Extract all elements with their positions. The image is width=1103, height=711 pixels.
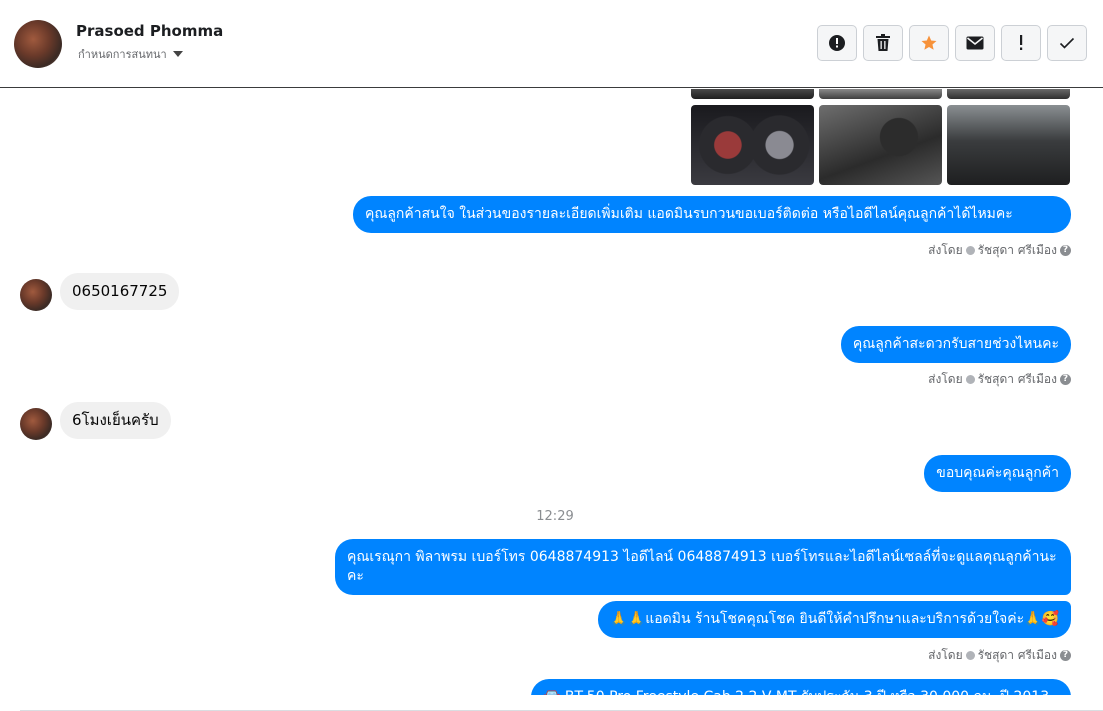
message-outgoing[interactable]: ขอบคุณค่ะคุณลูกค้า bbox=[924, 455, 1071, 492]
image-row-top bbox=[691, 89, 1070, 99]
alert-circle-icon bbox=[829, 35, 845, 51]
star-icon bbox=[921, 35, 937, 50]
mark-spam-button[interactable] bbox=[817, 25, 857, 61]
car-photo[interactable] bbox=[819, 89, 942, 99]
timestamp: 12:29 bbox=[536, 509, 574, 524]
mark-unread-button[interactable] bbox=[955, 25, 995, 61]
gear-shift-photo[interactable] bbox=[819, 105, 942, 185]
agent-status-icon bbox=[965, 651, 975, 660]
message-incoming[interactable]: 0650167725 bbox=[60, 273, 180, 310]
contact-avatar-small[interactable] bbox=[20, 408, 52, 440]
action-toolbar bbox=[817, 25, 1087, 61]
envelope-icon bbox=[966, 36, 984, 50]
message-incoming[interactable]: 6โมงเย็นครับ bbox=[60, 402, 171, 439]
sent-by-name[interactable]: รัชสุดา ศรีเมือง bbox=[978, 241, 1057, 260]
message-thread[interactable]: คุณลูกค้าสนใจ ในส่วนของรายละเอียดเพิ่มเต… bbox=[0, 89, 1103, 711]
sent-by-info: ส่งโดย รัชสุดา ศรีเมือง ? bbox=[928, 241, 1071, 260]
conversation-header: Prasoed Phomma กำหนดการสนทนา bbox=[0, 0, 1103, 88]
schedule-label: กำหนดการสนทนา bbox=[78, 48, 167, 61]
dashboard-photo[interactable] bbox=[691, 105, 814, 185]
sent-by-name[interactable]: รัชสุดา ศรีเมือง bbox=[978, 646, 1057, 665]
message-clip: 🚘 BT-50 Pro Freestyle Cab 2.2 V MT รับปร… bbox=[531, 679, 1071, 695]
sent-by-label: ส่งโดย bbox=[928, 243, 963, 257]
sent-by-info: ส่งโดย รัชสุดา ศรีเมือง ? bbox=[928, 646, 1071, 665]
follow-up-button[interactable] bbox=[1001, 25, 1041, 61]
message-outgoing[interactable]: คุณลูกค้าสะดวกรับสายช่วงไหนคะ bbox=[840, 326, 1071, 363]
sent-by-name[interactable]: รัชสุดา ศรีเมือง bbox=[978, 370, 1057, 389]
star-button[interactable] bbox=[909, 25, 949, 61]
help-icon[interactable]: ? bbox=[1060, 245, 1071, 256]
car-photo[interactable] bbox=[947, 89, 1070, 99]
exclamation-icon bbox=[1020, 35, 1023, 50]
car-photo[interactable] bbox=[691, 89, 814, 99]
trash-icon bbox=[876, 34, 890, 51]
caret-down-icon bbox=[172, 51, 183, 57]
delete-button[interactable] bbox=[863, 25, 903, 61]
agent-status-icon bbox=[965, 246, 975, 255]
sent-by-info: ส่งโดย รัชสุดา ศรีเมือง ? bbox=[928, 370, 1071, 389]
check-icon bbox=[1059, 37, 1075, 49]
image-row bbox=[691, 105, 1070, 185]
schedule-dropdown[interactable]: กำหนดการสนทนา bbox=[78, 45, 183, 63]
help-icon[interactable]: ? bbox=[1060, 374, 1071, 385]
contact-avatar[interactable] bbox=[14, 20, 62, 68]
contact-avatar-small[interactable] bbox=[20, 279, 52, 311]
agent-status-icon bbox=[965, 375, 975, 384]
message-outgoing[interactable]: 🚘 BT-50 Pro Freestyle Cab 2.2 V MT รับปร… bbox=[531, 679, 1071, 695]
interior-photo[interactable] bbox=[947, 105, 1070, 185]
sent-by-label: ส่งโดย bbox=[928, 372, 963, 386]
help-icon[interactable]: ? bbox=[1060, 650, 1071, 661]
message-outgoing[interactable]: คุณเรณุกา พิลาพรม เบอร์โทร 0648874913 ไอ… bbox=[335, 539, 1071, 595]
sent-by-label: ส่งโดย bbox=[928, 648, 963, 662]
message-outgoing[interactable]: 🙏🙏แอดมิน ร้านโชคคุณโชค ยินดีให้คำปรึกษาแ… bbox=[598, 601, 1071, 638]
message-outgoing[interactable]: คุณลูกค้าสนใจ ในส่วนของรายละเอียดเพิ่มเต… bbox=[353, 196, 1071, 233]
contact-name[interactable]: Prasoed Phomma bbox=[76, 22, 223, 40]
mark-done-button[interactable] bbox=[1047, 25, 1087, 61]
